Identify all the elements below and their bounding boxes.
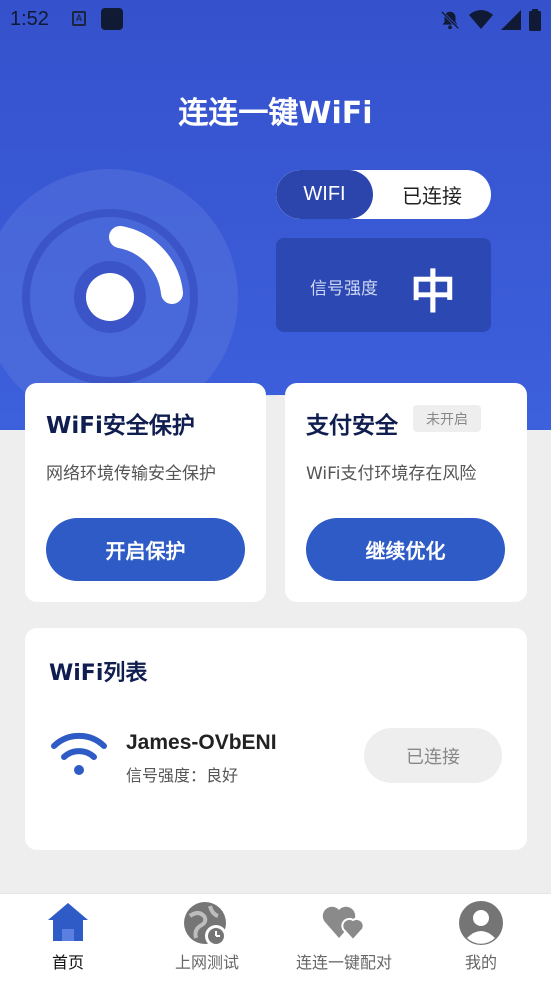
signal-label: 信号强度	[310, 279, 378, 299]
wifi-status-icon	[469, 10, 493, 29]
tab-pairing[interactable]: 连连一键配对	[284, 894, 404, 981]
profile-icon	[459, 901, 503, 945]
cell-signal-icon	[501, 10, 521, 30]
wifi-icon	[51, 732, 107, 775]
tab-profile-label: 我的	[464, 953, 497, 972]
wifi-signal-text: 信号强度：良好	[126, 766, 239, 785]
tab-home[interactable]: 首页	[8, 894, 128, 981]
tab-speedtest-label: 上网测试	[174, 953, 239, 972]
battery-icon	[529, 9, 541, 31]
tab-pairing-label: 连连一键配对	[295, 953, 392, 972]
status-icons	[439, 9, 541, 31]
status-bar: 1:52 A	[0, 0, 551, 38]
tab-speedtest[interactable]: 上网测试	[147, 894, 267, 981]
continue-optimize-button[interactable]: 继续优化	[306, 518, 505, 581]
tab-profile[interactable]: 我的	[421, 894, 541, 981]
connection-status-pill: WIFI 已连接	[276, 170, 491, 219]
signal-value: 中	[410, 265, 456, 319]
signal-strength-box: 信号强度 中	[276, 238, 491, 332]
status-time: 1:52	[10, 8, 49, 30]
app-notification-icon	[101, 8, 123, 30]
payment-security-title: 支付安全	[306, 413, 398, 439]
bottom-tab-bar: 首页 上网测试 连连一键配对 我的	[0, 893, 551, 981]
wifi-security-title: WiFi安全保护	[46, 413, 195, 439]
home-icon	[48, 903, 88, 941]
connected-label: 已连接	[402, 184, 462, 208]
wifi-ssid: James-OVbENI	[126, 731, 277, 754]
connected-button[interactable]: 已连接	[364, 728, 502, 783]
not-enabled-badge: 未开启	[413, 405, 481, 432]
payment-security-desc: WiFi支付环境存在风险	[306, 464, 477, 484]
wifi-label: WIFI	[276, 170, 373, 219]
wifi-security-desc: 网络环境传输安全保护	[46, 464, 216, 484]
hearts-icon	[322, 906, 365, 942]
enable-protection-button[interactable]: 开启保护	[46, 518, 245, 581]
accessibility-icon: A	[72, 11, 86, 26]
app-title: 连连一键WiFi	[178, 96, 373, 131]
speedtest-icon	[184, 902, 227, 947]
wifi-list-title: WiFi列表	[49, 661, 148, 686]
tab-home-label: 首页	[51, 953, 84, 972]
bell-off-icon	[440, 10, 460, 30]
